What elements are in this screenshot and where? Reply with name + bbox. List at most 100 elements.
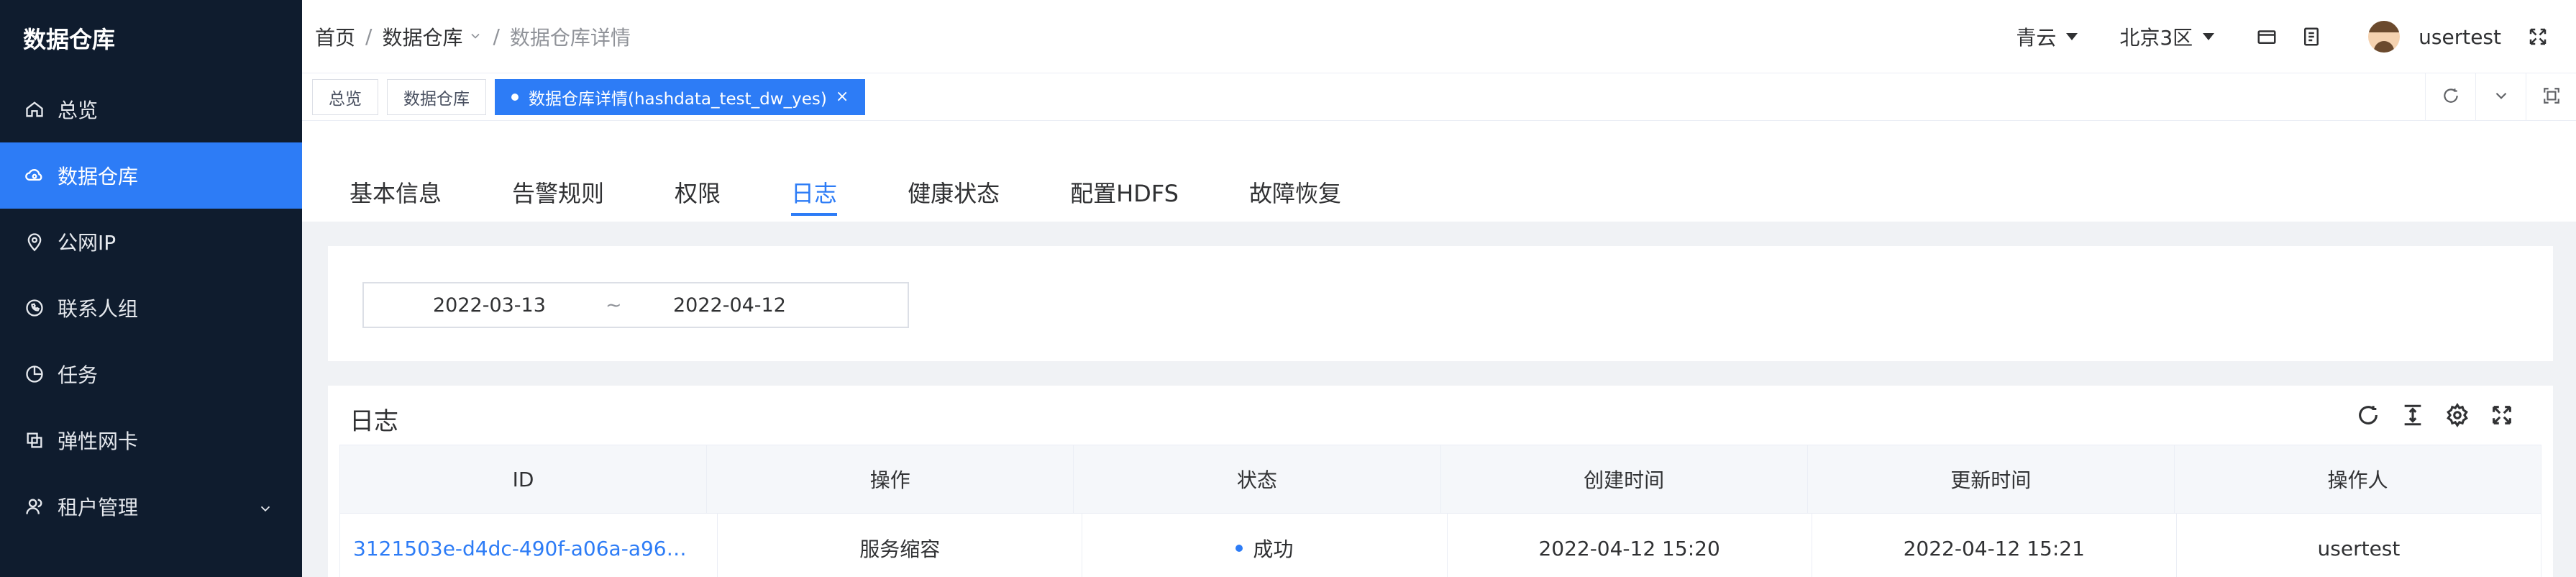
tab-logs[interactable]: 日志	[791, 176, 838, 216]
tag-tools	[2425, 73, 2576, 121]
status-dot-icon	[1236, 545, 1243, 552]
sidebar-item-contact-groups[interactable]: 联系人组	[0, 275, 302, 341]
tag-data-warehouse-detail[interactable]: 数据仓库详情(hashdata_test_dw_yes) ×	[495, 78, 866, 115]
settings-button[interactable]	[2435, 400, 2480, 433]
column-header-action[interactable]: 操作	[707, 445, 1074, 513]
refresh-icon	[2356, 403, 2380, 430]
start-date[interactable]: 2022-03-13	[433, 294, 546, 317]
region-select[interactable]: 青云	[2016, 22, 2078, 51]
chevron-down-icon[interactable]	[468, 24, 483, 48]
sidebar-item-label: 任务	[58, 363, 99, 387]
fullscreen-icon[interactable]	[2527, 26, 2549, 47]
tab-basic-info[interactable]: 基本信息	[350, 176, 442, 216]
tab-permissions[interactable]: 权限	[675, 176, 721, 216]
region-value: 青云	[2016, 26, 2057, 50]
tags-menu-button[interactable]	[2475, 73, 2526, 121]
filter-card: 2022-03-13 ~ 2022-04-12	[328, 246, 2553, 361]
caret-down-icon	[2066, 33, 2078, 40]
log-table: ID 操作 状态 创建时间 更新时间 操作人 3121503e-d4dc-490…	[339, 445, 2541, 577]
breadcrumb-data-warehouse[interactable]: 数据仓库	[382, 22, 462, 51]
sidebar-item-public-ip[interactable]: 公网IP	[0, 209, 302, 275]
log-id-link[interactable]: 3121503e-d4dc-490f-a06a-a963...	[353, 537, 698, 560]
log-title: 日志	[350, 407, 398, 436]
column-header-id[interactable]: ID	[340, 445, 708, 513]
column-height-icon	[2401, 403, 2425, 430]
column-header-updated[interactable]: 更新时间	[1808, 445, 2175, 513]
refresh-button[interactable]	[2346, 400, 2390, 433]
column-header-created[interactable]: 创建时间	[1441, 445, 1808, 513]
log-toolbar	[2346, 400, 2524, 433]
sidebar-item-tasks[interactable]: 任务	[0, 341, 302, 407]
home-icon	[23, 98, 46, 121]
sidebar-item-label: 租户管理	[58, 496, 139, 519]
document-icon[interactable]	[2301, 26, 2322, 47]
detail-tabs: 基本信息 告警规则 权限 日志 健康状态 配置HDFS 故障恢复	[350, 176, 1412, 216]
zone-value: 北京3区	[2119, 26, 2193, 50]
tags-bar: 总览 数据仓库 数据仓库详情(hashdata_test_dw_yes) ×	[302, 73, 2576, 121]
cell-created: 2022-04-12 15:20	[1448, 514, 1812, 577]
density-button[interactable]	[2390, 400, 2435, 433]
date-range-picker[interactable]: 2022-03-13 ~ 2022-04-12	[362, 282, 909, 328]
location-pin-icon	[23, 230, 46, 253]
sidebar-item-overview[interactable]: 总览	[0, 76, 302, 142]
sidebar-item-tenant-management[interactable]: 租户管理	[0, 473, 302, 540]
column-header-operator[interactable]: 操作人	[2175, 445, 2541, 513]
brand-title: 数据仓库	[23, 26, 116, 53]
detail-tabs-area: 基本信息 告警规则 权限 日志 健康状态 配置HDFS 故障恢复	[302, 121, 2576, 222]
breadcrumb-separator: /	[365, 24, 373, 48]
table-header: ID 操作 状态 创建时间 更新时间 操作人	[339, 445, 2541, 514]
refresh-button[interactable]	[2425, 73, 2475, 121]
sidebar-item-label: 总览	[58, 99, 99, 122]
cell-operator: usertest	[2317, 536, 2401, 560]
sidebar-item-label: 弹性网卡	[58, 430, 139, 453]
fullscreen-icon	[2490, 403, 2514, 430]
close-icon[interactable]: ×	[836, 88, 849, 106]
user-group-icon	[23, 495, 46, 518]
copy-icon	[23, 429, 46, 452]
sidebar-item-label: 公网IP	[58, 231, 117, 255]
breadcrumb-home[interactable]: 首页	[315, 22, 355, 51]
sidebar-item-label: 联系人组	[58, 297, 139, 321]
cell-id[interactable]: 3121503e-d4dc-490f-a06a-a963...	[340, 514, 718, 577]
cell-action: 服务缩容	[718, 514, 1083, 577]
chevron-down-icon[interactable]	[257, 498, 273, 522]
top-header: 首页 / 数据仓库 / 数据仓库详情 青云 北京3区 usertest	[302, 0, 2576, 73]
billing-card-icon[interactable]	[2256, 26, 2278, 47]
fullscreen-button[interactable]	[2480, 400, 2524, 433]
phone-chat-icon	[23, 296, 46, 319]
breadcrumb: 首页 / 数据仓库 / 数据仓库详情	[302, 22, 631, 51]
tag-label: 总览	[329, 89, 362, 109]
tag-overview[interactable]: 总览	[312, 78, 378, 115]
tag-data-warehouse[interactable]: 数据仓库	[387, 78, 486, 115]
log-card: 日志 ID 操作 状态 创建时间 更新时间 操作人 3121503e-d4dc-…	[328, 386, 2553, 577]
breadcrumb-separator: /	[493, 24, 500, 48]
tag-label: 数据仓库	[403, 89, 470, 109]
sidebar: 数据仓库 总览 数据仓库 公网IP 联系人组 任务 弹性网卡 租户管理	[0, 0, 302, 577]
sidebar-item-data-warehouse[interactable]: 数据仓库	[0, 142, 302, 209]
date-range-separator: ~	[606, 294, 622, 317]
caret-down-icon	[2203, 33, 2215, 40]
end-date[interactable]: 2022-04-12	[673, 294, 786, 317]
column-header-status[interactable]: 状态	[1074, 445, 1441, 513]
chevron-down-icon	[2492, 86, 2511, 108]
tab-config-hdfs[interactable]: 配置HDFS	[1070, 176, 1179, 216]
sidebar-item-elastic-nic[interactable]: 弹性网卡	[0, 407, 302, 473]
tab-fault-recovery[interactable]: 故障恢复	[1249, 176, 1341, 216]
tab-alert-rules[interactable]: 告警规则	[512, 176, 604, 216]
maximize-button[interactable]	[2526, 73, 2576, 121]
maximize-icon	[2542, 86, 2561, 108]
active-dot-icon	[511, 93, 519, 101]
tab-health-status[interactable]: 健康状态	[908, 176, 1000, 216]
cell-status: 成功	[1082, 514, 1448, 577]
status-text: 成功	[1253, 537, 1294, 561]
username[interactable]: usertest	[2419, 25, 2501, 49]
refresh-icon	[2442, 86, 2460, 108]
pie-chart-icon	[23, 363, 46, 386]
cell-updated: 2022-04-12 15:21	[1812, 514, 2177, 577]
avatar[interactable]	[2368, 21, 2401, 53]
gear-icon	[2445, 403, 2470, 430]
table-row: 3121503e-d4dc-490f-a06a-a963... 服务缩容 成功 …	[339, 514, 2541, 577]
sidebar-item-label: 数据仓库	[58, 165, 139, 188]
header-right: 青云 北京3区 usertest	[2016, 0, 2576, 73]
zone-select[interactable]: 北京3区	[2119, 22, 2215, 51]
